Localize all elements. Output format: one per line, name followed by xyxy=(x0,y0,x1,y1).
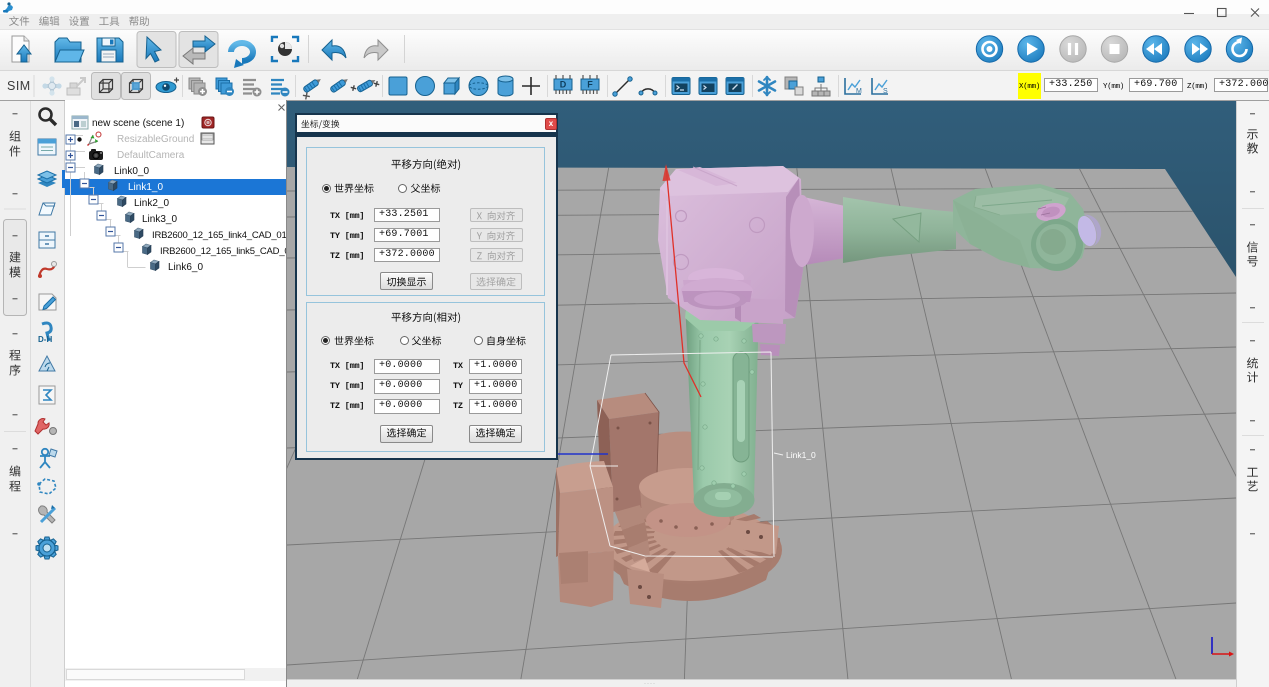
svg-text:Link1_0: Link1_0 xyxy=(786,450,816,460)
